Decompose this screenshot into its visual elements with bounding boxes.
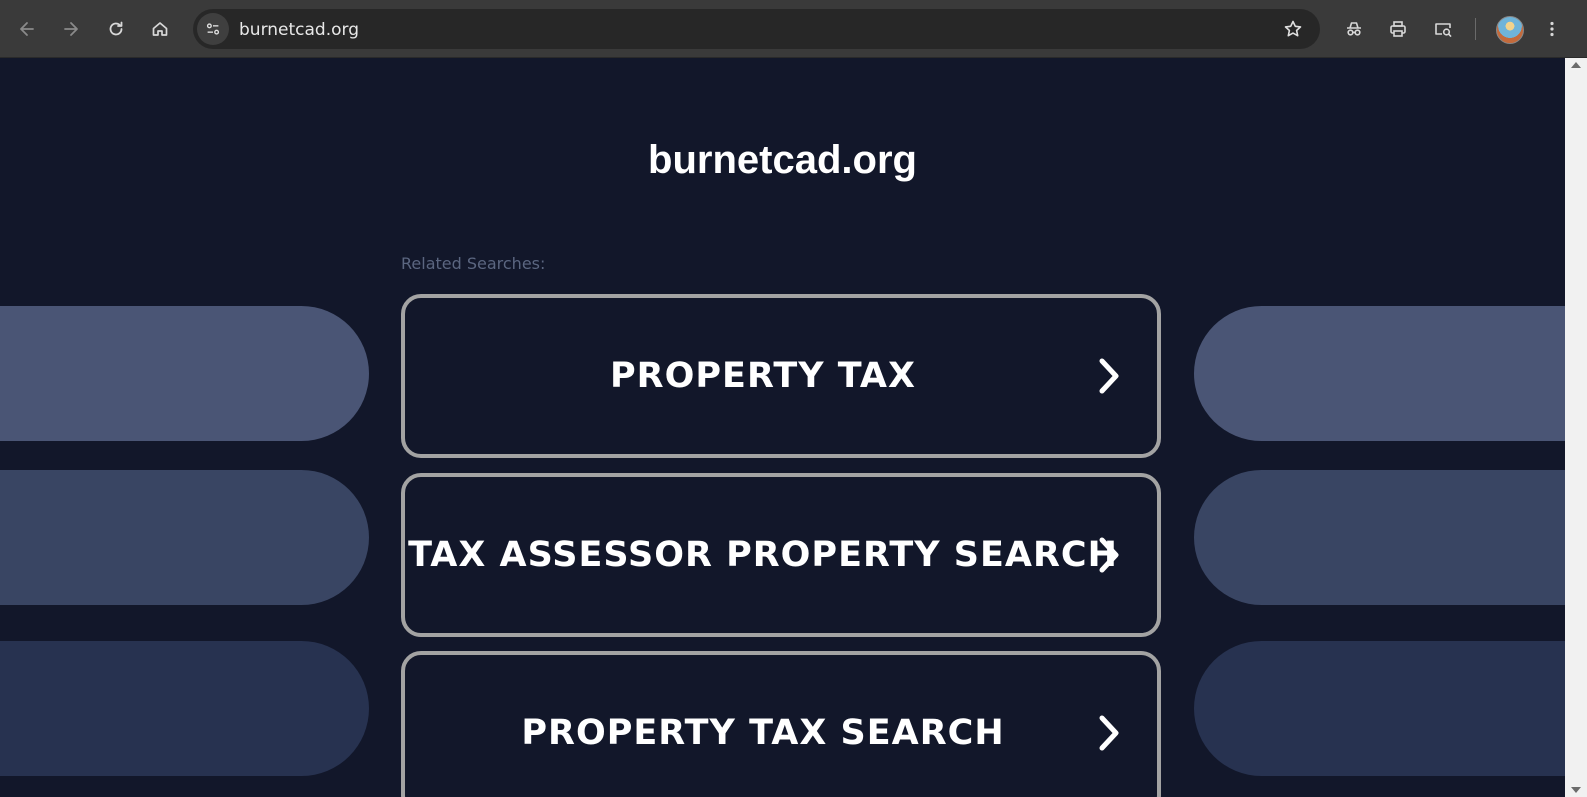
print-button[interactable] — [1382, 13, 1414, 45]
more-vertical-icon — [1550, 21, 1554, 37]
menu-button[interactable] — [1538, 13, 1566, 45]
browser-toolbar: burnetcad.org — [0, 0, 1587, 58]
site-info-button[interactable] — [197, 13, 229, 45]
page-scrollbar[interactable] — [1565, 58, 1587, 797]
related-search-label: TAX ASSESSOR PROPERTY SEARCH — [408, 535, 1118, 575]
site-info-tune-icon — [206, 23, 220, 35]
chevron-right-icon — [1099, 715, 1119, 751]
related-search-link[interactable]: TAX ASSESSOR PROPERTY SEARCH — [401, 473, 1161, 637]
decorative-pill-left — [0, 306, 369, 441]
bookmark-button[interactable] — [1282, 18, 1304, 40]
home-button[interactable] — [144, 13, 176, 45]
forward-arrow-icon — [64, 22, 78, 36]
star-icon — [1284, 20, 1302, 37]
chevron-right-icon — [1099, 537, 1119, 573]
printer-icon — [1390, 21, 1406, 37]
page-title: burnetcad.org — [648, 138, 917, 182]
url-text[interactable]: burnetcad.org — [239, 20, 359, 40]
chevron-right-icon — [1099, 358, 1119, 394]
decorative-pill-right — [1194, 306, 1565, 441]
scroll-down-arrow-icon[interactable] — [1571, 787, 1581, 793]
related-search-label: PROPERTY TAX — [610, 356, 916, 396]
profile-avatar[interactable] — [1496, 16, 1524, 44]
home-icon — [152, 22, 168, 36]
search-page-button[interactable] — [1427, 13, 1459, 45]
related-searches-label: Related Searches: — [401, 254, 546, 273]
page-content: burnetcad.org Related Searches: PROPERTY… — [0, 58, 1565, 797]
related-search-link[interactable]: PROPERTY TAX SEARCH — [401, 651, 1161, 797]
decorative-pill-right — [1194, 641, 1565, 776]
reload-button[interactable] — [100, 13, 132, 45]
incognito-button[interactable] — [1338, 13, 1370, 45]
related-search-link[interactable]: PROPERTY TAX — [401, 294, 1161, 458]
forward-button[interactable] — [55, 13, 87, 45]
back-arrow-icon — [20, 22, 34, 36]
decorative-pill-left — [0, 641, 369, 776]
address-bar[interactable]: burnetcad.org — [193, 9, 1320, 49]
decorative-pill-left — [0, 470, 369, 605]
scroll-up-arrow-icon[interactable] — [1571, 62, 1581, 68]
search-page-icon — [1435, 23, 1452, 37]
reload-icon — [109, 21, 123, 36]
decorative-pill-right — [1194, 470, 1565, 605]
toolbar-divider — [1475, 18, 1476, 40]
back-button[interactable] — [11, 13, 43, 45]
incognito-icon — [1347, 22, 1361, 36]
related-search-label: PROPERTY TAX SEARCH — [521, 713, 1005, 753]
